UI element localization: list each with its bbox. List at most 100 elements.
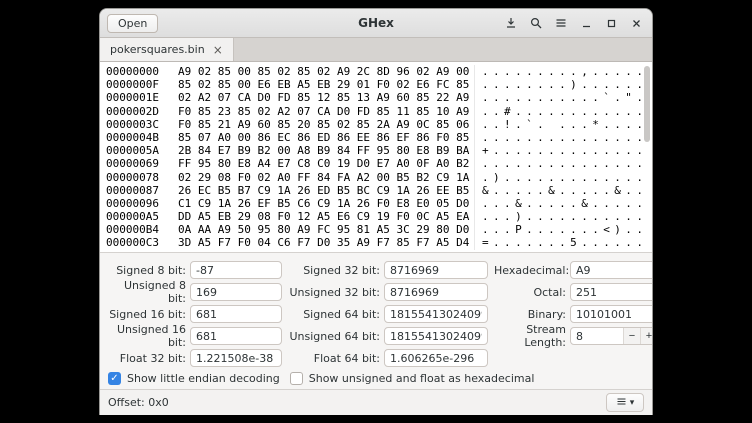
save-icon: [505, 17, 517, 29]
offset-label: 000000A5: [106, 210, 162, 223]
header-icons: [502, 14, 645, 32]
close-icon: [631, 18, 642, 29]
ascii-bytes[interactable]: +..............: [474, 144, 647, 157]
group-data-icon: [616, 396, 627, 409]
field-label: Signed 32 bit:: [288, 264, 380, 277]
hex-bytes[interactable]: F0 85 21 A9 60 85 20 85 02 85 2A A9 0C 8…: [178, 118, 468, 131]
hexadecimal-field[interactable]: [570, 261, 653, 279]
ascii-bytes[interactable]: &.....&.....&..: [474, 184, 647, 197]
field-label: Signed 64 bit:: [288, 308, 380, 321]
hex-row: 0000008726 EC B5 B7 C9 1A 26 ED B5 BC C9…: [106, 184, 652, 197]
ascii-bytes[interactable]: ...&.....&.....: [474, 197, 647, 210]
open-button[interactable]: Open: [107, 14, 158, 33]
hex-row: 0000004B85 07 A0 00 86 EC 86 ED 86 EE 86…: [106, 131, 652, 144]
conversion-field-row: Signed 8 bit:: [106, 261, 282, 279]
panel-column-1: Signed 8 bit: Unsigned 8 bit: Signed 16 bi…: [106, 261, 282, 367]
offset-label: 0000001E: [106, 91, 162, 104]
caret-down-icon: ▾: [630, 397, 635, 408]
close-button[interactable]: [627, 14, 645, 32]
ascii-bytes[interactable]: .........,.....: [474, 65, 647, 78]
offset-label: 00000096: [106, 197, 162, 210]
ascii-bytes[interactable]: ...............: [474, 131, 647, 144]
hex-bytes[interactable]: 3D A5 F7 F0 04 C6 F7 D0 35 A9 F7 85 F7 A…: [178, 236, 468, 249]
screen: { "colors": { "accent": "#3584e4" }, "ic…: [0, 0, 752, 423]
unsigned-8bit-field[interactable]: [190, 283, 282, 301]
ascii-bytes[interactable]: ...........`.".: [474, 91, 647, 104]
conversion-field-row: Unsigned 8 bit:: [106, 283, 282, 301]
hex-bytes[interactable]: 0A AA A9 50 95 80 A9 FC 95 81 A5 3C 29 8…: [178, 223, 468, 236]
hex-row: 0000001E 02 A2 07 CA D0 FD 85 12 85 13 A9…: [106, 91, 652, 104]
hex-bytes[interactable]: DD A5 EB 29 08 F0 12 A5 E6 C9 19 F0 0C A…: [178, 210, 468, 223]
hex-row: 0000003C F0 85 21 A9 60 85 20 85 02 85 2A…: [106, 118, 652, 131]
conversion-field-row: Unsigned 16 bit:: [106, 327, 282, 345]
offset-label: 0000003C: [106, 118, 162, 131]
scrollbar-thumb[interactable]: [644, 66, 650, 142]
offset-label: 000000C3: [106, 236, 162, 249]
tab-pokersquares[interactable]: pokersquares.bin ×: [100, 38, 234, 61]
hex-bytes[interactable]: A9 02 85 00 85 02 85 02 A9 2C 8D 96 02 A…: [178, 65, 468, 78]
unsigned-64bit-field[interactable]: [384, 327, 488, 345]
unsigned-16bit-field[interactable]: [190, 327, 282, 345]
conversion-field-row: Signed 64 bit:: [288, 305, 488, 323]
stepper-minus-button[interactable]: −: [623, 328, 640, 344]
binary-field[interactable]: [570, 305, 653, 323]
hex-bytes[interactable]: 85 07 A0 00 86 EC 86 ED 86 EE 86 EF 86 F…: [178, 131, 468, 144]
signed-16bit-field[interactable]: [190, 305, 282, 323]
signed-8bit-field[interactable]: [190, 261, 282, 279]
ascii-bytes[interactable]: ..!.`. ...*....: [474, 118, 647, 131]
conversion-field-row: Float 32 bit:: [106, 349, 282, 367]
hex-bytes[interactable]: 2B 84 E7 B9 B2 00 A8 B9 84 FF 95 80 E8 B…: [178, 144, 468, 157]
float-32bit-field[interactable]: [190, 349, 282, 367]
hex-bytes[interactable]: 02 29 08 F0 02 A0 FF 84 FA A2 00 B5 B2 C…: [178, 171, 468, 184]
float-64bit-field[interactable]: [384, 349, 488, 367]
ascii-bytes[interactable]: =.......5......: [474, 236, 647, 249]
find-button[interactable]: [527, 14, 545, 32]
stream-length-value[interactable]: 8: [571, 330, 623, 343]
checkbox-unchecked-icon[interactable]: [290, 372, 303, 385]
signed-32bit-field[interactable]: [384, 261, 488, 279]
hex-bytes[interactable]: F0 85 23 85 02 A2 07 CA D0 FD 85 11 85 1…: [178, 105, 468, 118]
field-label: Signed 16 bit:: [106, 308, 186, 321]
offset-status: Offset: 0x0: [108, 396, 169, 409]
hex-row: 000000A5 DD A5 EB 29 08 F0 12 A5 E6 C9 19…: [106, 210, 652, 223]
hex-row: 00000069FF 95 80 E8 A4 E7 C8 C0 19 D0 E7…: [106, 157, 652, 170]
field-label: Unsigned 64 bit:: [288, 330, 380, 343]
hex-bytes[interactable]: 85 02 85 00 E6 EB A5 EB 29 01 F0 02 E6 F…: [178, 78, 468, 91]
hex-bytes[interactable]: 26 EC B5 B7 C9 1A 26 ED B5 BC C9 1A 26 E…: [178, 184, 468, 197]
ascii-bytes[interactable]: ........)......: [474, 78, 647, 91]
signed-64bit-field[interactable]: [384, 305, 488, 323]
checkbox-show-unsigned-and[interactable]: Show unsigned and float as hexadecimal: [290, 372, 535, 385]
group-data-button[interactable]: ▾: [606, 393, 644, 412]
tab-close-icon[interactable]: ×: [213, 44, 223, 56]
octal-field[interactable]: [570, 283, 653, 301]
checkbox-label: Show unsigned and float as hexadecimal: [309, 372, 535, 385]
stepper-plus-button[interactable]: +: [640, 328, 653, 344]
hex-view[interactable]: 00000000A9 02 85 00 85 02 85 02 A9 2C 8D…: [100, 62, 652, 252]
field-label: Hexadecimal:: [494, 264, 566, 277]
ascii-bytes[interactable]: ..#............: [474, 105, 647, 118]
ascii-bytes[interactable]: .).............: [474, 171, 647, 184]
hex-bytes[interactable]: C1 C9 1A 26 EF B5 C6 C9 1A 26 F0 E8 E0 0…: [178, 197, 468, 210]
ascii-bytes[interactable]: ...)...........: [474, 210, 647, 223]
checkbox-row: ✓Show little endian decoding Show unsigne…: [100, 367, 652, 389]
minimize-button[interactable]: [577, 14, 595, 32]
stream-length-stepper[interactable]: 8−+: [570, 327, 653, 345]
ascii-bytes[interactable]: ...............: [474, 157, 647, 170]
checkbox-show-little-endian[interactable]: ✓Show little endian decoding: [108, 372, 280, 385]
hex-bytes[interactable]: 02 A2 07 CA D0 FD 85 12 85 13 A9 60 85 2…: [178, 91, 468, 104]
maximize-button[interactable]: [602, 14, 620, 32]
menu-button[interactable]: [552, 14, 570, 32]
tab-bar: pokersquares.bin ×: [100, 38, 652, 62]
unsigned-32bit-field[interactable]: [384, 283, 488, 301]
hex-bytes[interactable]: FF 95 80 E8 A4 E7 C8 C0 19 D0 E7 A0 0F A…: [178, 157, 468, 170]
checkbox-checked-icon[interactable]: ✓: [108, 372, 121, 385]
scrollbar[interactable]: [644, 66, 650, 248]
save-button[interactable]: [502, 14, 520, 32]
conversions-panel: Signed 8 bit: Unsigned 8 bit: Signed 16 bi…: [100, 252, 652, 367]
hex-rows: 00000000A9 02 85 00 85 02 85 02 A9 2C 8D…: [106, 65, 652, 250]
panel-column-2: Signed 32 bit:Unsigned 32 bit:Signed 64 …: [288, 261, 488, 367]
headerbar: Open GHex: [100, 9, 652, 38]
conversion-field-row: Binary:: [494, 305, 653, 323]
ascii-bytes[interactable]: ...P.......<)..: [474, 223, 647, 236]
offset-label: 00000078: [106, 171, 162, 184]
